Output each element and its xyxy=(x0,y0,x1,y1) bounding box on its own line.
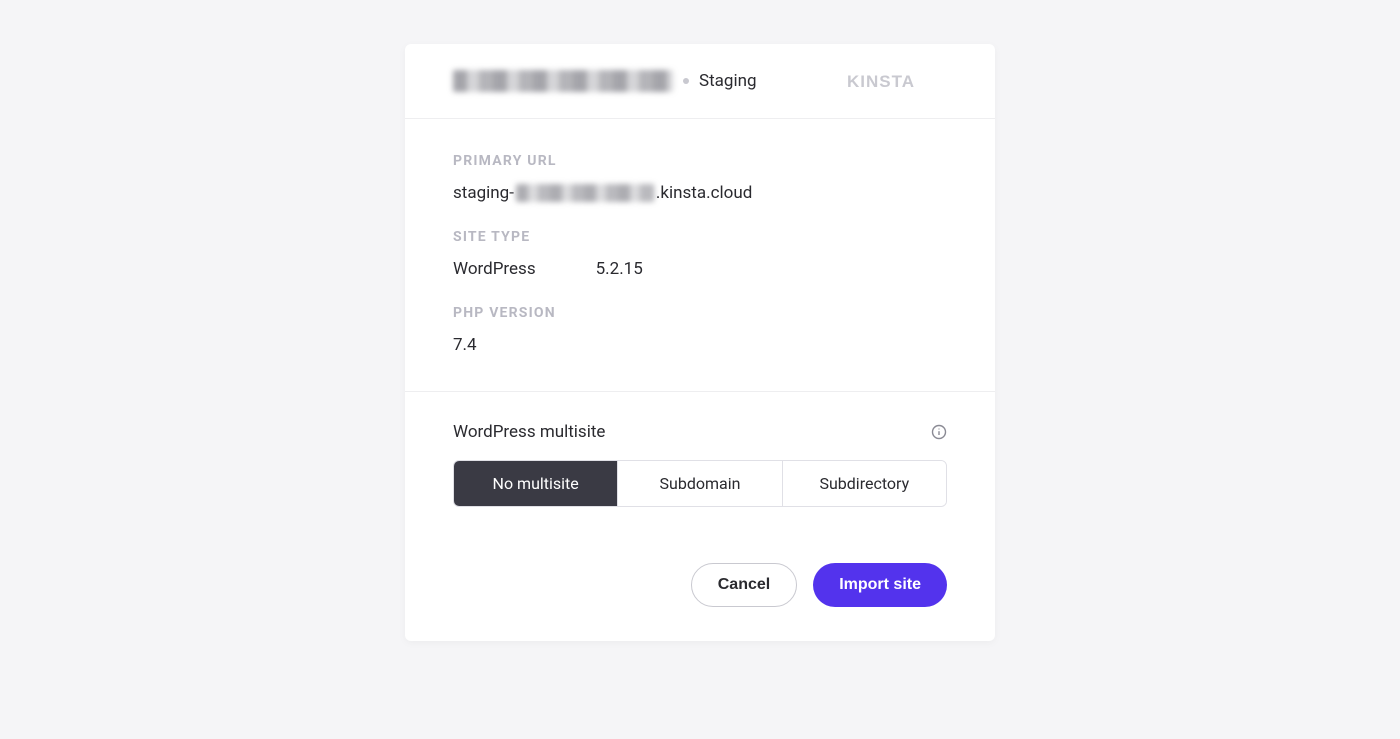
segment-subdirectory[interactable]: Subdirectory xyxy=(783,461,946,506)
primary-url-redacted xyxy=(516,184,654,202)
primary-url-label: PRIMARY URL xyxy=(453,153,947,169)
primary-url-block: PRIMARY URL staging- .kinsta.cloud xyxy=(453,153,947,203)
site-name-redacted xyxy=(453,70,673,92)
primary-url-suffix: .kinsta.cloud xyxy=(656,183,752,203)
kinsta-logo: KINSTA xyxy=(847,70,947,92)
cancel-button[interactable]: Cancel xyxy=(691,563,797,607)
php-version-value: 7.4 xyxy=(453,335,947,355)
card-body: PRIMARY URL staging- .kinsta.cloud SITE … xyxy=(405,119,995,391)
kinsta-logo-text: KINSTA xyxy=(847,72,915,91)
multisite-segmented-control: No multisite Subdomain Subdirectory xyxy=(453,460,947,507)
separator-dot xyxy=(683,78,689,84)
site-type-value: WordPress 5.2.15 xyxy=(453,259,947,279)
import-site-card: Staging KINSTA PRIMARY URL staging- .kin… xyxy=(405,44,995,641)
segment-no-multisite[interactable]: No multisite xyxy=(454,461,618,506)
site-type-label: SITE TYPE xyxy=(453,229,947,245)
primary-url-prefix: staging- xyxy=(453,183,514,203)
php-version-block: PHP VERSION 7.4 xyxy=(453,305,947,355)
site-type-block: SITE TYPE WordPress 5.2.15 xyxy=(453,229,947,279)
multisite-section: WordPress multisite No multisite Subdoma… xyxy=(405,391,995,535)
environment-label: Staging xyxy=(699,71,757,91)
import-site-button[interactable]: Import site xyxy=(813,563,947,607)
site-type-version: 5.2.15 xyxy=(596,259,643,279)
multisite-header: WordPress multisite xyxy=(453,422,947,442)
site-type-platform: WordPress xyxy=(453,259,536,279)
php-version-label: PHP VERSION xyxy=(453,305,947,321)
primary-url-value: staging- .kinsta.cloud xyxy=(453,183,947,203)
card-header: Staging KINSTA xyxy=(405,44,995,119)
header-left: Staging xyxy=(453,70,757,92)
card-footer: Cancel Import site xyxy=(405,535,995,641)
info-icon[interactable] xyxy=(931,424,947,440)
multisite-title: WordPress multisite xyxy=(453,422,605,442)
segment-subdomain[interactable]: Subdomain xyxy=(618,461,782,506)
